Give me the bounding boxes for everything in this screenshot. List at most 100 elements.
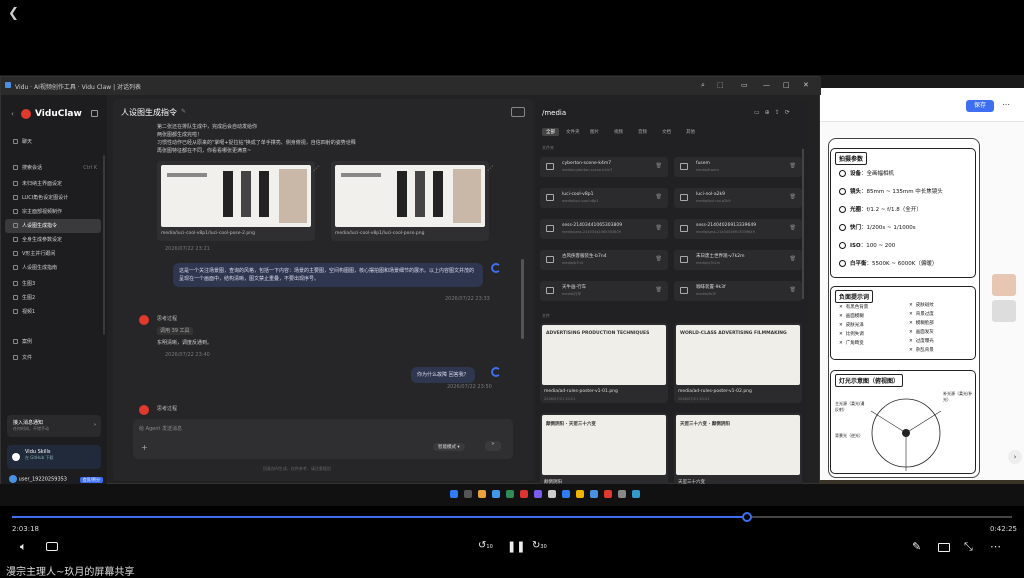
delete-icon[interactable]: 🗑︎ [656, 256, 662, 262]
folder-item[interactable]: sess-21404026913339649 media/sess-2140402… [674, 219, 802, 239]
thumbnail[interactable] [992, 300, 1016, 322]
taskbar-app-icon[interactable] [478, 490, 486, 498]
minimize-button[interactable]: — [763, 81, 770, 89]
folder-item[interactable]: cyberton-scene-k4m7 media/cyberton-scene-… [540, 157, 668, 177]
pause-icon[interactable]: ❚❚ [507, 540, 525, 553]
taskbar-app-icon[interactable] [534, 490, 542, 498]
taskbar-app-icon[interactable] [604, 490, 612, 498]
taskbar-app-icon[interactable] [464, 490, 472, 498]
media-tab[interactable]: 文档 [658, 128, 675, 136]
sidebar-item[interactable]: 视频1 [5, 305, 101, 319]
folder-item[interactable]: sess-21403441065303809 media/sess-2140344… [540, 219, 668, 239]
sidebar-item[interactable]: 全身生成参数设定 [5, 233, 101, 247]
subtitles-icon[interactable] [46, 542, 58, 551]
more-icon[interactable]: ⋯ [1002, 100, 1010, 109]
taskbar-app-icon[interactable] [548, 490, 556, 498]
save-button[interactable]: 保存 [966, 100, 994, 112]
send-button[interactable]: ➤ [485, 441, 501, 451]
delete-icon[interactable]: 🗑︎ [656, 163, 662, 169]
sidebar-item[interactable]: 未归纳主界面设定 [5, 177, 101, 191]
skip-forward-icon[interactable]: ↻30 [532, 540, 547, 551]
sidebar-item[interactable]: 搜索会话 Ctrl K [5, 161, 101, 175]
sidebar-item[interactable]: 聊天 [5, 135, 101, 149]
taskbar-app-icon[interactable] [520, 490, 528, 498]
delete-icon[interactable]: 🗑︎ [790, 163, 796, 169]
message-input[interactable]: 给 Agent 发送消息 + 智能模式 ▾ ➤ [133, 419, 513, 459]
sidebar-item[interactable]: 生图3 [5, 277, 101, 291]
chevron-right-icon[interactable]: › [93, 476, 95, 482]
media-tab[interactable]: 视频 [610, 128, 627, 136]
more-options-icon[interactable]: ⋯ [990, 540, 1001, 553]
exit-fullscreen-icon[interactable]: ⤡ [964, 540, 973, 554]
media-tab[interactable]: 音频 [634, 128, 651, 136]
progress-knob[interactable] [742, 512, 752, 522]
media-tab[interactable]: 文件夹 [562, 128, 584, 136]
mode-selector[interactable]: 智能模式 ▾ [433, 443, 465, 451]
sidebar-item[interactable]: 文件 [5, 351, 101, 365]
media-scrollbar[interactable] [802, 149, 804, 299]
tool-status[interactable]: 调用 39 工具 [157, 327, 193, 335]
back-icon[interactable]: ‹ [11, 110, 14, 118]
sidebar-item[interactable]: 案例 [5, 335, 101, 349]
delete-icon[interactable]: 🗑︎ [790, 287, 796, 293]
delete-icon[interactable]: 🗑︎ [656, 287, 662, 293]
taskbar-app-icon[interactable] [632, 490, 640, 498]
folder-item[interactable]: luci-cool-v8p1 media/luci-cool-v8p1 🗑︎ [540, 188, 668, 208]
scroll-down-icon[interactable]: › [1008, 450, 1022, 464]
sidebar-item[interactable]: LUCI角色设定图设计 [5, 191, 101, 205]
maximize-button[interactable]: □ [783, 81, 790, 89]
extension-icon[interactable]: ⬚ [717, 81, 724, 89]
thumbnail[interactable] [992, 274, 1016, 296]
delete-icon[interactable]: 🗑︎ [790, 225, 796, 231]
taskbar-app-icon[interactable] [450, 490, 458, 498]
search-icon[interactable]: ⌕ [701, 81, 705, 90]
skip-back-icon[interactable]: ↺10 [478, 540, 493, 551]
image-result-card[interactable]: media/luci-cool-v8p1/luci-cool-pose.png [331, 161, 489, 241]
file-card[interactable]: ADVERTISING PRODUCTION TECHNIQUES media/a… [540, 323, 668, 403]
sidebar-item[interactable]: 人设图生成指南 [5, 261, 101, 275]
edit-icon[interactable]: ✎ [181, 108, 186, 115]
pip-icon[interactable] [938, 543, 950, 552]
pen-icon[interactable]: ✎ [912, 540, 921, 553]
add-attachment-icon[interactable]: + [141, 443, 148, 452]
taskbar-app-icon[interactable] [506, 490, 514, 498]
taskbar-app-icon[interactable] [618, 490, 626, 498]
delete-icon[interactable]: 🗑︎ [790, 194, 796, 200]
sidebar-item[interactable]: V形主并行跟间 [5, 247, 101, 261]
taskbar-app-icon[interactable] [562, 490, 570, 498]
sidebar-item[interactable]: 生图2 [5, 291, 101, 305]
notification-card[interactable]: 接入消息通知 任何时间，不错手动 › [7, 415, 101, 437]
delete-icon[interactable]: 🗑︎ [790, 256, 796, 262]
back-button[interactable]: ❮ [8, 6, 19, 21]
file-card[interactable]: 天罡三十六变 · 颠倒阴阳 天罡三十六变 [674, 413, 802, 493]
media-tab[interactable]: 其他 [682, 128, 699, 136]
folder-item[interactable]: luci-nol-a2k9 media/luci-nol-a2k9 🗑︎ [674, 188, 802, 208]
collapse-sidebar-icon[interactable] [91, 110, 98, 117]
sidebar-item[interactable]: 宗主面部视频制作 [5, 205, 101, 219]
share-icon[interactable]: ⋰ [313, 165, 319, 172]
folder-item[interactable]: 咖啡装置-9k3f media/9k3f 🗑︎ [674, 281, 802, 301]
taskbar-app-icon[interactable] [576, 490, 584, 498]
taskbar-app-icon[interactable] [590, 490, 598, 498]
delete-icon[interactable]: 🗑︎ [656, 194, 662, 200]
folder-item[interactable]: fusem media/fusem 🗑︎ [674, 157, 802, 177]
folder-toggle-icon[interactable] [511, 107, 525, 117]
share-icon[interactable]: ⋰ [487, 165, 493, 172]
folder-item[interactable]: 古风侠客服装生-b7n4 media/b7n4 🗑︎ [540, 250, 668, 270]
folder-item[interactable]: 末日废土世界观-v7k2m media/v7k2m 🗑︎ [674, 250, 802, 270]
file-card[interactable]: WORLD-CLASS ADVERTISING FILMMAKING media/… [674, 323, 802, 403]
media-tab[interactable]: 图片 [586, 128, 603, 136]
sidebar-scrollbar[interactable] [103, 155, 105, 335]
file-card[interactable]: 颠倒阴阳 · 天罡三十六变 颠倒阴阳 [540, 413, 668, 493]
volume-icon[interactable]: 🔈︎ [20, 540, 27, 554]
vidu-skills-card[interactable]: Vidu Skills 在 GitHub 下载 [7, 445, 101, 469]
image-result-card[interactable]: media/luci-cool-v8p1/luci-cool-pose-2.pn… [157, 161, 315, 241]
taskbar-app-icon[interactable] [492, 490, 500, 498]
media-tab[interactable]: 全部 [542, 128, 559, 136]
folder-item[interactable]: 天牛画-行车 media/行车 🗑︎ [540, 281, 668, 301]
sidebar-item[interactable]: 人设图生成指令 [5, 219, 101, 233]
user-profile[interactable]: user_19220259353 会员/积分 › [9, 475, 103, 483]
layout-icon[interactable]: ▭ [741, 81, 748, 89]
delete-icon[interactable]: 🗑︎ [656, 225, 662, 231]
close-button[interactable]: ✕ [803, 81, 809, 89]
